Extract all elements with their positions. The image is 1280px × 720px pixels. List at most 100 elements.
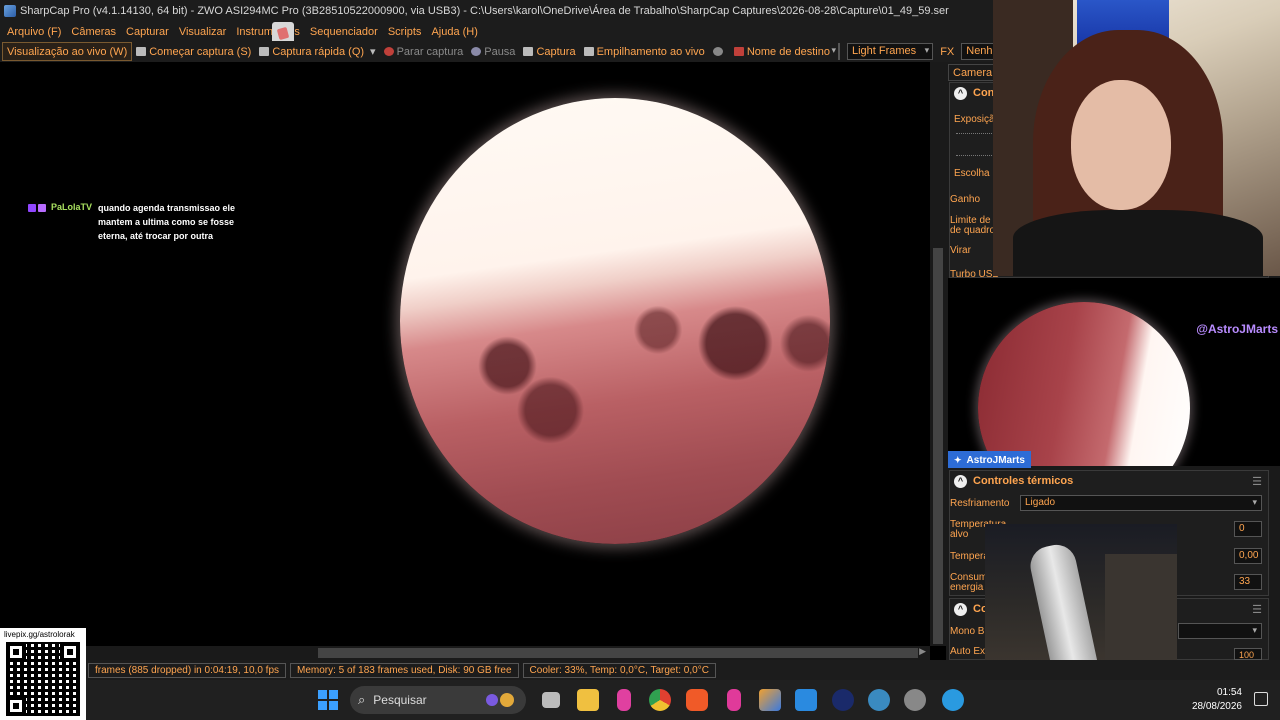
- menu-arquivo[interactable]: Arquivo (F): [2, 26, 66, 38]
- snapshot-button[interactable]: Captura: [519, 42, 579, 61]
- lunar-eclipse-image: [400, 98, 830, 544]
- target-name-select[interactable]: [831, 43, 840, 60]
- search-placeholder: Pesquisar: [373, 693, 427, 707]
- office-icon[interactable]: [759, 689, 781, 711]
- chrome-icon[interactable]: [649, 689, 671, 711]
- chat-badges: [28, 202, 46, 243]
- scroll-right-icon[interactable]: ▶: [919, 646, 926, 657]
- exposure-label: Exposiçã: [954, 114, 995, 125]
- menu-visualizar[interactable]: Visualizar: [174, 26, 232, 38]
- group-header[interactable]: ^ Controles térmicos ☰: [950, 471, 1268, 491]
- stop-capture-button[interactable]: Parar captura: [380, 42, 468, 61]
- qr-label: livepix.gg/astrolorak: [4, 630, 75, 639]
- gain-label: Ganho: [950, 194, 981, 205]
- clock-date: 28/08/2026: [1191, 701, 1242, 712]
- power-field: 33: [1234, 574, 1262, 590]
- vertical-scrollbar[interactable]: [930, 62, 946, 646]
- target-temp-label-2: alvo: [950, 529, 969, 540]
- record-dot-icon: [712, 47, 723, 56]
- record-indicator: [709, 42, 730, 61]
- cooling-select[interactable]: Ligado: [1020, 495, 1262, 511]
- brave-icon[interactable]: [686, 689, 708, 711]
- cooler-status: Cooler: 33%, Temp: 0,0°C, Target: 0,0°C: [522, 662, 716, 678]
- moon-preview-image: [978, 302, 1190, 466]
- window-title: SharpCap Pro (v4.1.14130, 64 bit) - ZWO …: [20, 5, 949, 17]
- memory-status: Memory: 5 of 183 frames used, Disk: 90 G…: [290, 662, 519, 678]
- frame-type-select[interactable]: Light Frames: [846, 43, 934, 60]
- chat-message: PaLolaTV quando agenda transmissao ele m…: [28, 202, 238, 243]
- search-highlight-icon: [486, 694, 498, 706]
- streamer-webcam: [993, 0, 1280, 276]
- safari-icon[interactable]: [942, 689, 964, 711]
- stellarium-icon[interactable]: [832, 689, 854, 711]
- flip-label: Virar: [950, 245, 971, 256]
- scrollbar-thumb[interactable]: [318, 648, 918, 658]
- file-explorer-icon[interactable]: [577, 689, 599, 711]
- snapshot-icon: [523, 47, 534, 56]
- chevron-down-icon[interactable]: ▾: [370, 45, 376, 58]
- person-face: [1071, 80, 1171, 210]
- mono-bin-select[interactable]: [1178, 623, 1262, 639]
- scrollbar-thumb[interactable]: [933, 248, 943, 644]
- frame-limit-label-2: de quadro: [950, 225, 996, 236]
- streamer-name: AstroJMarts: [966, 455, 1025, 466]
- chat-text: quando agenda transmissao ele mantem a u…: [98, 203, 236, 241]
- auto-exposure-field[interactable]: 100: [1234, 648, 1262, 660]
- satellite-icon: ✦: [954, 455, 962, 465]
- app-pink-icon[interactable]: [727, 689, 741, 711]
- sharpcap-app-icon: [4, 5, 16, 17]
- live-view-button[interactable]: Visualização ao vivo (W): [2, 42, 133, 61]
- active-app-icon[interactable]: [904, 689, 926, 711]
- collapse-icon[interactable]: ^: [954, 86, 967, 100]
- exposure-slider-2[interactable]: [956, 155, 996, 156]
- social-handle: @AstroJMarts: [1196, 322, 1278, 336]
- start-capture-button[interactable]: Começar captura (S): [132, 42, 255, 61]
- stop-capture-label: Parar captura: [396, 45, 464, 58]
- pause-label: Pausa: [484, 45, 516, 58]
- windows-taskbar: ⌕ Pesquisar 01:54 28/08/2026: [86, 680, 1280, 720]
- capture-toolbar: Visualização ao vivo (W) Começar captura…: [0, 41, 1013, 62]
- moon-preview-overlay: @AstroJMarts: [948, 278, 1280, 466]
- sharpcap-taskbar-icon[interactable]: [868, 689, 890, 711]
- live-stack-button[interactable]: Empilhamento ao vivo: [580, 42, 709, 61]
- cooling-label: Resfriamento: [950, 498, 1010, 509]
- exposure-slider[interactable]: [956, 133, 996, 134]
- windows-start-icon[interactable]: [318, 690, 338, 710]
- frames-status: frames (885 dropped) in 0:04:19, 10,0 fp…: [88, 662, 287, 678]
- person-shirt: [1013, 210, 1263, 276]
- live-view-image[interactable]: [0, 62, 930, 646]
- menu-icon[interactable]: ☰: [1252, 603, 1262, 616]
- collapse-icon[interactable]: ^: [954, 602, 967, 616]
- taskbar-clock[interactable]: 01:54 28/08/2026: [1192, 686, 1242, 714]
- menu-icon[interactable]: ☰: [1252, 475, 1262, 488]
- menu-capturar[interactable]: Capturar: [121, 26, 174, 38]
- start-capture-label: Começar captura (S): [149, 45, 252, 58]
- quick-capture-button[interactable]: Captura rápida (Q) ▾: [255, 42, 379, 61]
- group-title: Controles térmicos: [973, 475, 1074, 487]
- pause-button[interactable]: Pausa: [467, 42, 519, 61]
- chat-username: PaLolaTV: [51, 202, 93, 212]
- collapse-icon[interactable]: ^: [954, 474, 967, 488]
- taskbar-search[interactable]: ⌕ Pesquisar: [350, 686, 526, 714]
- horizontal-scrollbar[interactable]: ▶: [0, 646, 930, 660]
- badge-icon: [28, 204, 36, 212]
- notification-icon[interactable]: [1254, 692, 1268, 706]
- menu-cameras[interactable]: Câmeras: [66, 26, 121, 38]
- qr-finder: [60, 642, 80, 662]
- badge-icon: [38, 204, 46, 212]
- target-name-label: Nome de destino: [746, 45, 830, 58]
- obsidian-icon[interactable]: [617, 689, 631, 711]
- target-temp-field[interactable]: 0: [1234, 521, 1262, 537]
- menu-scripts[interactable]: Scripts: [383, 26, 427, 38]
- photos-icon[interactable]: [795, 689, 817, 711]
- task-view-icon[interactable]: [542, 692, 560, 708]
- menu-ajuda[interactable]: Ajuda (H): [426, 26, 482, 38]
- temperature-field: 0,00: [1234, 548, 1262, 564]
- snapshot-label: Captura: [536, 45, 576, 58]
- menu-bar: Arquivo (F) Câmeras Capturar Visualizar …: [0, 22, 1000, 41]
- choose-label: Escolha: [954, 168, 990, 179]
- menu-sequenciador[interactable]: Sequenciador: [305, 26, 383, 38]
- live-stack-label: Empilhamento ao vivo: [596, 45, 705, 58]
- pause-icon: [471, 47, 482, 56]
- temperature-label: Tempera: [950, 551, 989, 562]
